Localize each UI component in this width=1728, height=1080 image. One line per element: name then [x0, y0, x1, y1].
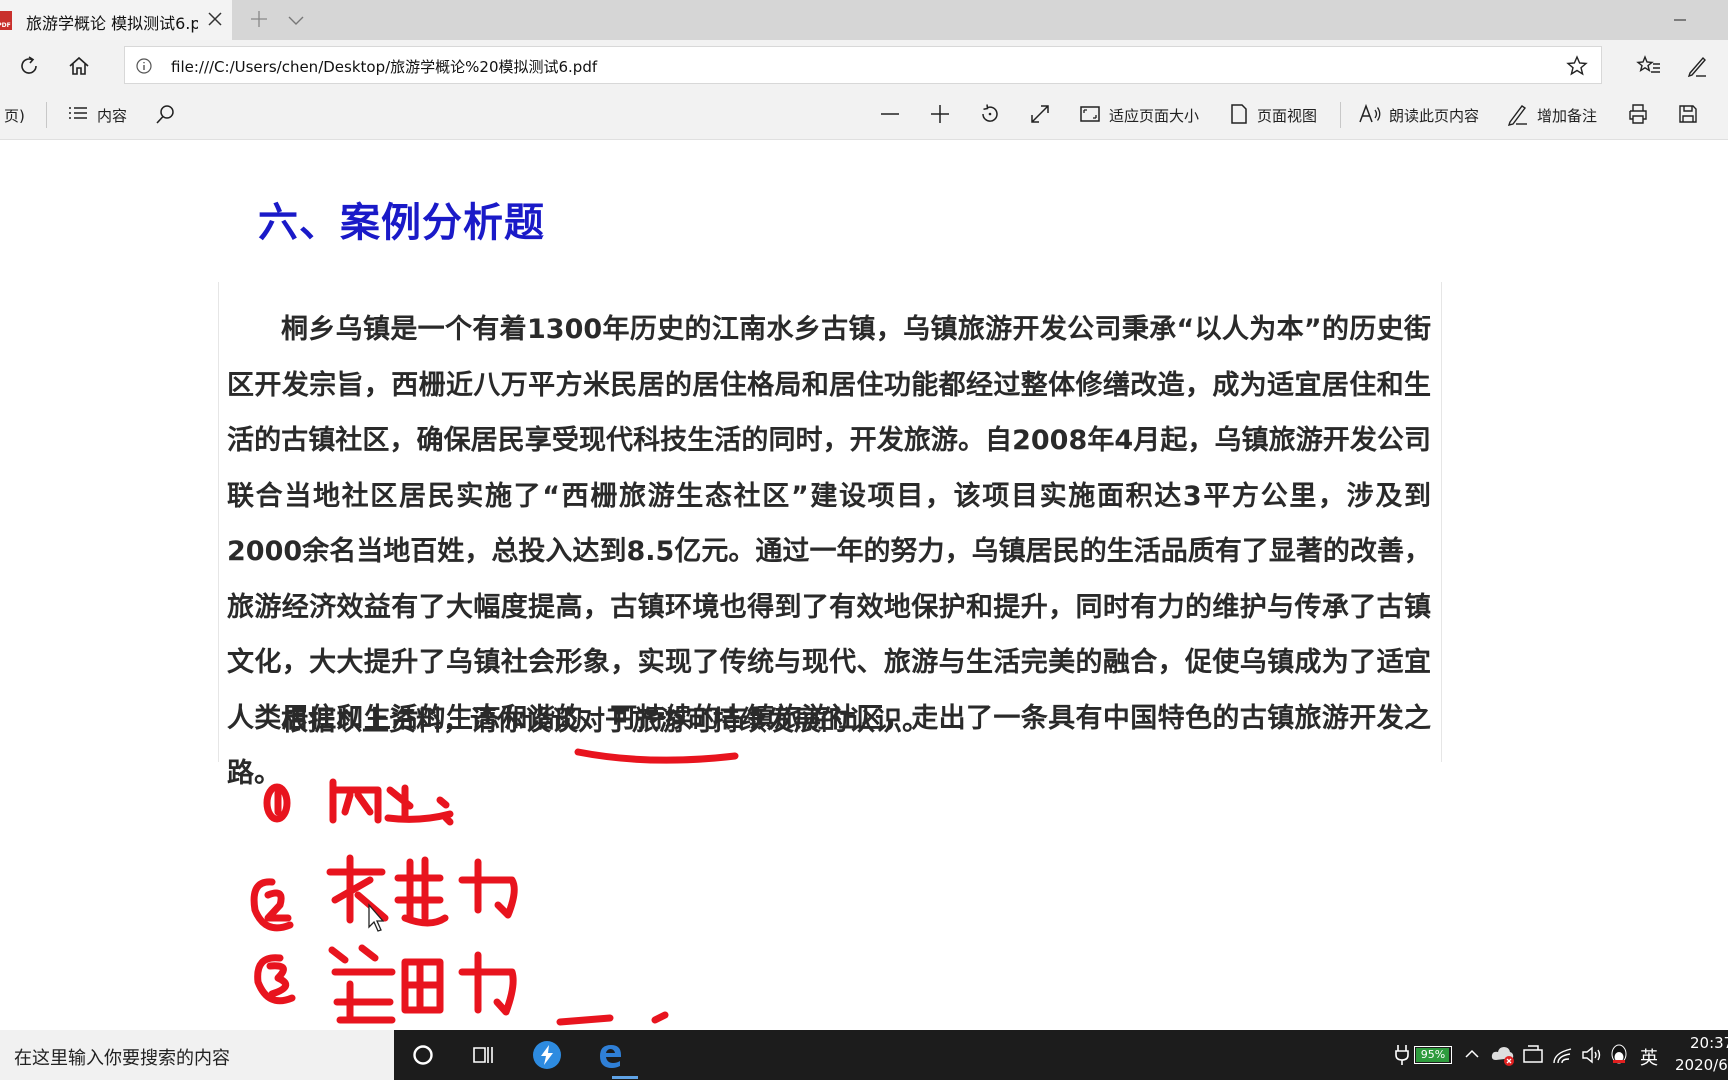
minimize-icon[interactable]	[1668, 8, 1692, 32]
case-passage: 桐乡乌镇是一个有着1300年历史的江南水乡古镇，乌镇旅游开发公司秉承“以人为本”…	[218, 282, 1442, 789]
search-placeholder[interactable]: 在这里输入你要搜索的内容	[14, 1044, 230, 1070]
url-field[interactable]: file:///C:/Users/chen/Desktop/旅游学概论%20模拟…	[124, 46, 1602, 84]
new-tab-icon[interactable]	[248, 8, 270, 30]
question-text-after: 的认识。	[821, 706, 929, 737]
read-aloud-button[interactable]: 朗读此页内容	[1389, 105, 1479, 126]
url-text[interactable]: file:///C:/Users/chen/Desktop/旅游学概论%20模拟…	[171, 56, 597, 77]
circled-three-mark	[254, 954, 296, 1005]
qq-penguin-icon[interactable]	[1608, 1042, 1630, 1068]
pdf-file-icon: PDF	[0, 11, 12, 30]
page-view-icon[interactable]	[1227, 102, 1251, 126]
title-bar: PDF 旅游学概论 模拟测试6.pdf	[0, 0, 1728, 40]
taskbar: 在这里输入你要搜索的内容 95% 英 20:3 2020/6	[0, 1030, 1728, 1080]
home-icon[interactable]	[66, 53, 92, 79]
hand-scribble-3	[328, 944, 396, 1024]
cortana-icon[interactable]	[409, 1041, 437, 1069]
save-icon[interactable]	[1676, 102, 1700, 126]
clock-time[interactable]: 20:37	[1690, 1034, 1728, 1052]
star-icon[interactable]	[1565, 54, 1589, 78]
wifi-icon[interactable]	[1551, 1043, 1575, 1067]
chevron-down-icon[interactable]	[286, 10, 306, 30]
add-notes-button[interactable]: 增加备注	[1537, 105, 1597, 126]
cloud-error-icon[interactable]	[1490, 1042, 1516, 1068]
circled-two-mark	[250, 878, 294, 932]
contents-list-icon[interactable]	[66, 102, 90, 126]
active-app-indicator	[612, 1076, 638, 1079]
favorites-icon[interactable]	[1636, 53, 1662, 79]
question-paragraph: 根据以上资料，请你谈谈对于旅游可持续发展的认识。	[227, 702, 1431, 742]
page-view-button[interactable]: 页面视图	[1257, 105, 1317, 126]
tab-title: 旅游学概论 模拟测试6.pdf	[26, 14, 198, 33]
fit-page-button[interactable]: 适应页面大小	[1109, 105, 1199, 126]
battery-percent: 95%	[1420, 1048, 1446, 1061]
edge-browser-icon[interactable]	[596, 1041, 624, 1069]
contents-button[interactable]: 内容	[97, 105, 127, 126]
search-icon[interactable]	[154, 102, 178, 126]
chevron-up-icon[interactable]	[1462, 1044, 1482, 1064]
fullscreen-icon[interactable]	[1028, 102, 1052, 126]
pen-icon[interactable]	[1684, 53, 1710, 79]
section-title: 六、案例分析题	[258, 200, 545, 246]
question-text-before: 根据以上资料，请你谈谈对于	[281, 706, 632, 737]
taskbar-search-box[interactable]: 在这里输入你要搜索的内容	[0, 1030, 394, 1080]
thunder-app-icon[interactable]	[533, 1041, 561, 1069]
underlined-key-phrase: 旅游可持续发展	[632, 706, 821, 737]
page-indicator[interactable]: 页)	[4, 105, 25, 126]
power-plug-icon	[1395, 1045, 1409, 1065]
task-view-icon[interactable]	[470, 1041, 498, 1069]
add-notes-pen-icon[interactable]	[1506, 102, 1530, 126]
mouse-cursor-icon	[368, 903, 385, 932]
clock-date[interactable]: 2020/6	[1675, 1056, 1728, 1074]
info-icon[interactable]	[135, 57, 153, 75]
volume-icon[interactable]	[1580, 1043, 1604, 1067]
refresh-icon[interactable]	[16, 53, 42, 79]
zoom-in-icon[interactable]	[928, 102, 952, 126]
battery-indicator[interactable]: 95%	[1414, 1046, 1452, 1064]
toolbar-divider	[1340, 102, 1341, 128]
rotate-icon[interactable]	[978, 102, 1002, 126]
read-aloud-icon[interactable]	[1358, 102, 1382, 126]
device-icon[interactable]	[1521, 1043, 1545, 1067]
print-icon[interactable]	[1626, 102, 1650, 126]
address-bar: file:///C:/Users/chen/Desktop/旅游学概论%20模拟…	[0, 40, 1728, 90]
browser-tab[interactable]: PDF 旅游学概论 模拟测试6.pdf	[0, 0, 232, 40]
hand-scribble-2	[326, 854, 389, 924]
pdf-toolbar: 页) 内容 适应页面大小 页面视图 朗读此页内容 增加备注	[0, 90, 1728, 140]
fit-page-icon[interactable]	[1078, 102, 1102, 126]
toolbar-divider	[46, 102, 47, 128]
close-icon[interactable]	[204, 8, 226, 30]
zoom-out-icon[interactable]	[878, 102, 902, 126]
ime-indicator[interactable]: 英	[1640, 1044, 1658, 1070]
